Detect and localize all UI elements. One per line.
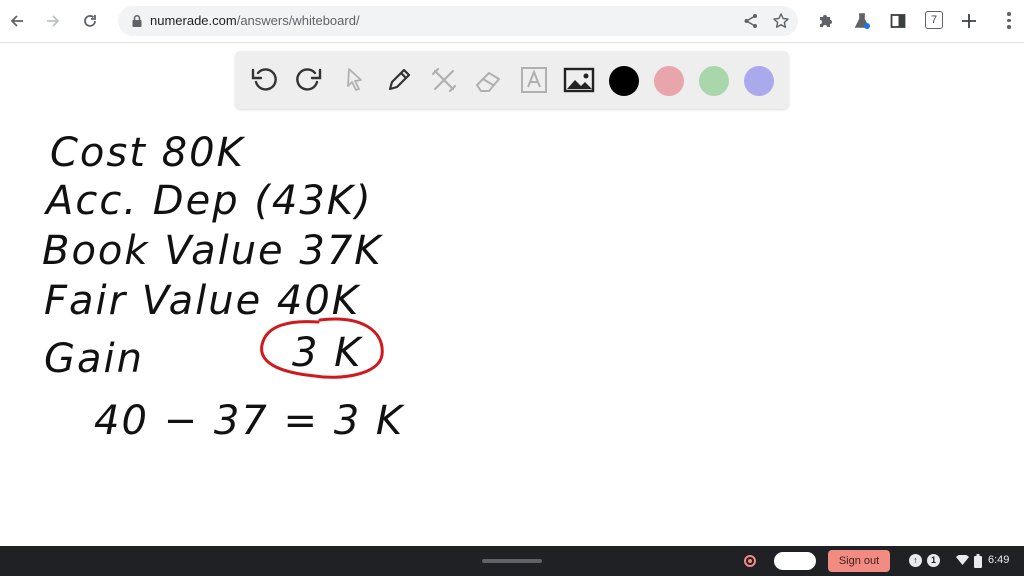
plus-icon [962,14,976,28]
screen-record-icon[interactable] [744,555,756,567]
battery-icon [974,554,982,568]
gain-value: 3 K [292,330,363,376]
flask-icon [854,13,870,29]
more-menu-icon[interactable] [1006,12,1012,30]
arrow-left-icon [10,15,23,27]
puzzle-icon [820,15,832,27]
image-button[interactable] [563,64,595,96]
reload-button[interactable] [77,8,103,34]
text-button[interactable] [518,64,550,96]
whiteboard-canvas[interactable]: Cost 80K Acc. Dep (43K) Book Value 37K F… [0,110,1024,546]
acc-dep-line: Acc. Dep (43K) [43,178,373,224]
cost-line: Cost 80K [50,130,246,176]
gain-label: Gain [44,336,144,382]
side-panel-icon [890,14,906,28]
forward-button[interactable] [40,8,66,34]
tab-count-button[interactable]: 7 [925,11,943,29]
browser-toolbar: numerade.com/answers/whiteboard/ 7 [0,0,1024,43]
share-icon[interactable] [742,12,760,30]
star-icon[interactable] [772,12,790,30]
color-black-swatch[interactable] [609,66,639,96]
url-path: /answers/whiteboard/ [236,13,360,28]
clock: 6:49 [988,554,1010,566]
arrow-right-icon [47,15,60,27]
color-purple-swatch[interactable] [744,66,774,96]
color-green-swatch[interactable] [699,66,729,96]
pointer-icon [347,68,362,91]
whiteboard-toolbar [235,51,789,109]
pointer-button[interactable] [338,64,370,96]
notification-badge[interactable]: 1 [927,554,940,567]
extensions-button[interactable] [815,10,837,32]
url-host: numerade.com [150,13,237,28]
tools-icon [431,67,457,93]
pen-icon [388,68,411,91]
lock-icon [132,14,142,27]
side-panel-button[interactable] [887,10,909,32]
labs-button[interactable] [851,10,873,32]
eraser-button[interactable] [473,64,505,96]
eraser-icon [476,72,500,92]
wifi-icon [956,555,969,565]
upload-icon[interactable]: ↑ [909,554,922,567]
status-pill[interactable] [774,552,816,570]
sign-out-button[interactable]: Sign out [828,550,890,572]
reload-icon [84,15,96,27]
book-value-line: Book Value 37K [42,228,383,274]
pen-button[interactable] [383,64,415,96]
new-tab-button[interactable] [958,10,980,32]
color-pink-swatch[interactable] [654,66,684,96]
back-button[interactable] [4,8,30,34]
redo-icon [296,68,322,91]
tools-button[interactable] [428,64,460,96]
image-icon [563,67,595,93]
fair-value-line: Fair Value 40K [44,278,361,324]
undo-button[interactable] [248,64,280,96]
text-icon [521,67,547,93]
undo-icon [251,68,277,91]
calculation-line: 40 − 37 = 3 K [94,398,405,444]
url-text: numerade.com/answers/whiteboard/ [150,13,360,28]
shelf-handle[interactable] [482,559,542,563]
os-shelf: Sign out ↑ 1 6:49 [0,546,1024,576]
address-bar[interactable]: numerade.com/answers/whiteboard/ [118,6,798,36]
redo-button[interactable] [293,64,325,96]
